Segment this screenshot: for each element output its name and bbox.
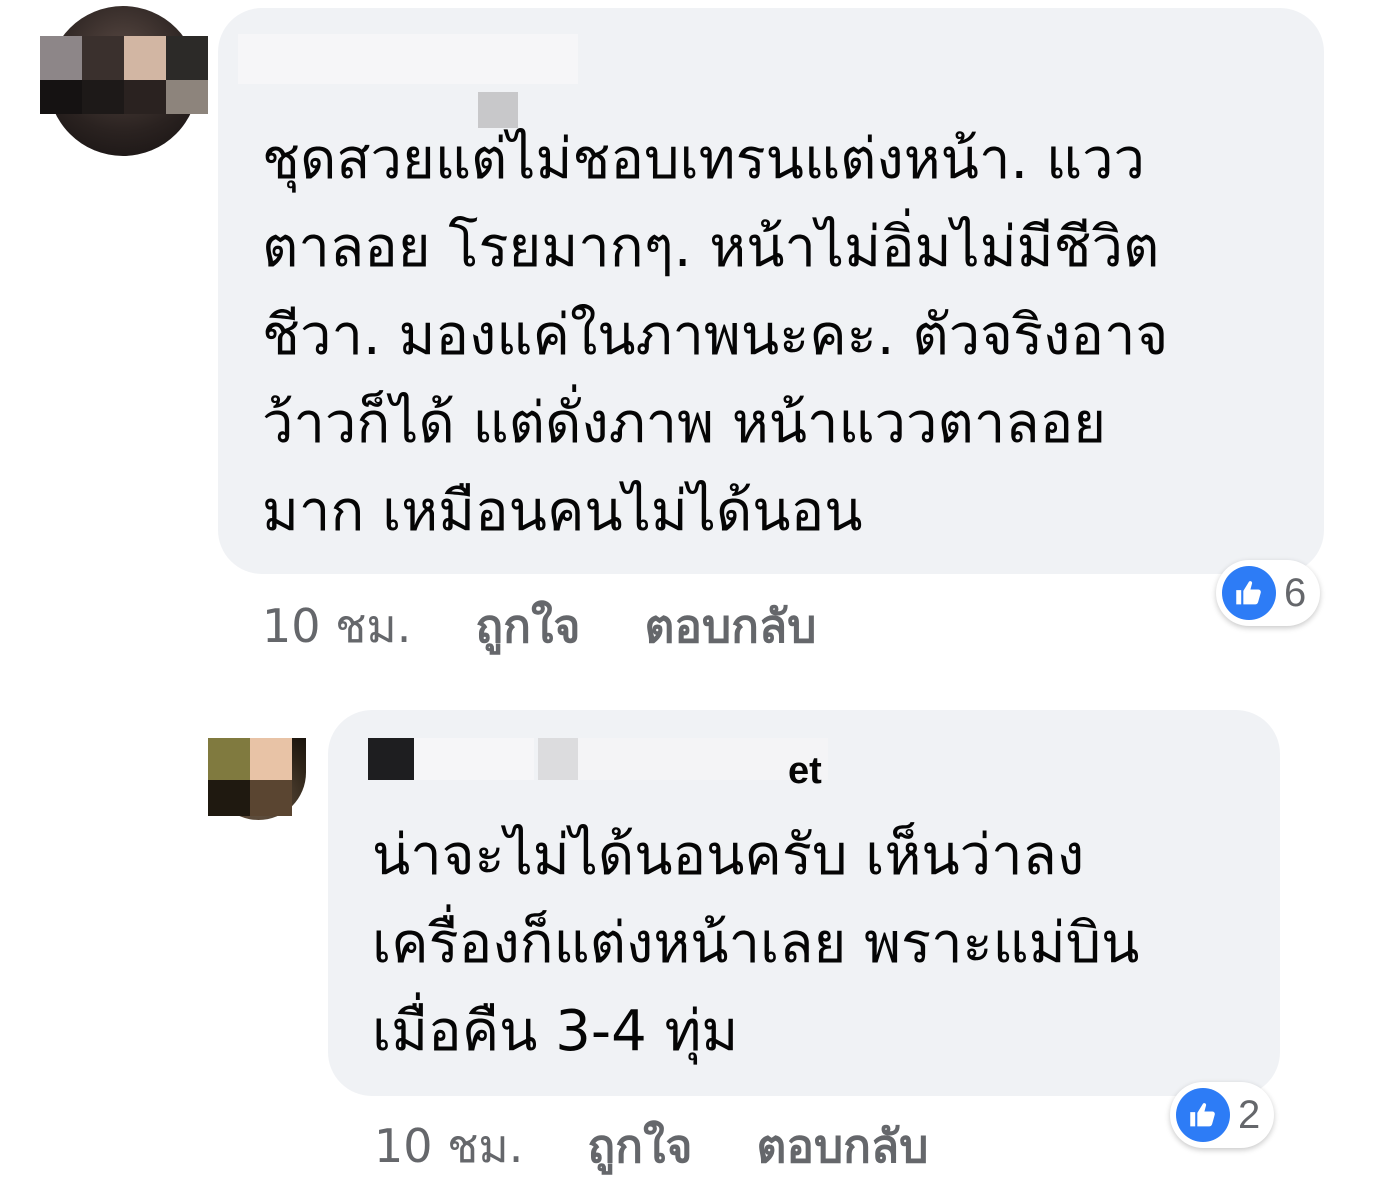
thumbs-up-icon bbox=[1176, 1088, 1230, 1142]
comment-text: ชุดสวยแต่ไม่ชอบเทรนแต่งหน้า. แวว ตาลอย โ… bbox=[262, 127, 1169, 544]
timestamp[interactable]: 10 ชม. bbox=[374, 1110, 523, 1183]
like-button[interactable]: ถูกใจ bbox=[475, 590, 580, 663]
comment-text: น่าจะไม่ได้นอนครับ เห็นว่าลง เครื่องก็แต… bbox=[372, 823, 1140, 1064]
reaction-summary[interactable]: 6 bbox=[1216, 560, 1321, 626]
comment-thread: ชุดสวยแต่ไม่ชอบเทรนแต่งหน้า. แวว ตาลอย โ… bbox=[0, 0, 1384, 1184]
author-name-redacted[interactable] bbox=[238, 28, 598, 128]
comment-bubble: et น่าจะไม่ได้นอนครับ เห็นว่าลง เครื่องก… bbox=[328, 710, 1280, 1096]
thumbs-up-icon bbox=[1222, 566, 1276, 620]
reply-button[interactable]: ตอบกลับ bbox=[644, 590, 816, 663]
avatar[interactable] bbox=[40, 6, 210, 156]
author-name-redacted[interactable] bbox=[368, 736, 828, 786]
reaction-summary[interactable]: 2 bbox=[1170, 1082, 1275, 1148]
avatar[interactable] bbox=[205, 738, 315, 820]
comment-actions: 10 ชม. ถูกใจ ตอบกลับ bbox=[374, 1110, 992, 1183]
reply-button[interactable]: ตอบกลับ bbox=[756, 1110, 928, 1183]
comment-actions: 10 ชม. ถูกใจ ตอบกลับ bbox=[262, 590, 880, 663]
reaction-count: 6 bbox=[1284, 570, 1307, 615]
like-button[interactable]: ถูกใจ bbox=[587, 1110, 692, 1183]
comment-bubble: ชุดสวยแต่ไม่ชอบเทรนแต่งหน้า. แวว ตาลอย โ… bbox=[218, 8, 1324, 574]
reaction-count: 2 bbox=[1238, 1092, 1261, 1137]
author-name-fragment: et bbox=[788, 750, 822, 792]
timestamp[interactable]: 10 ชม. bbox=[262, 590, 411, 663]
